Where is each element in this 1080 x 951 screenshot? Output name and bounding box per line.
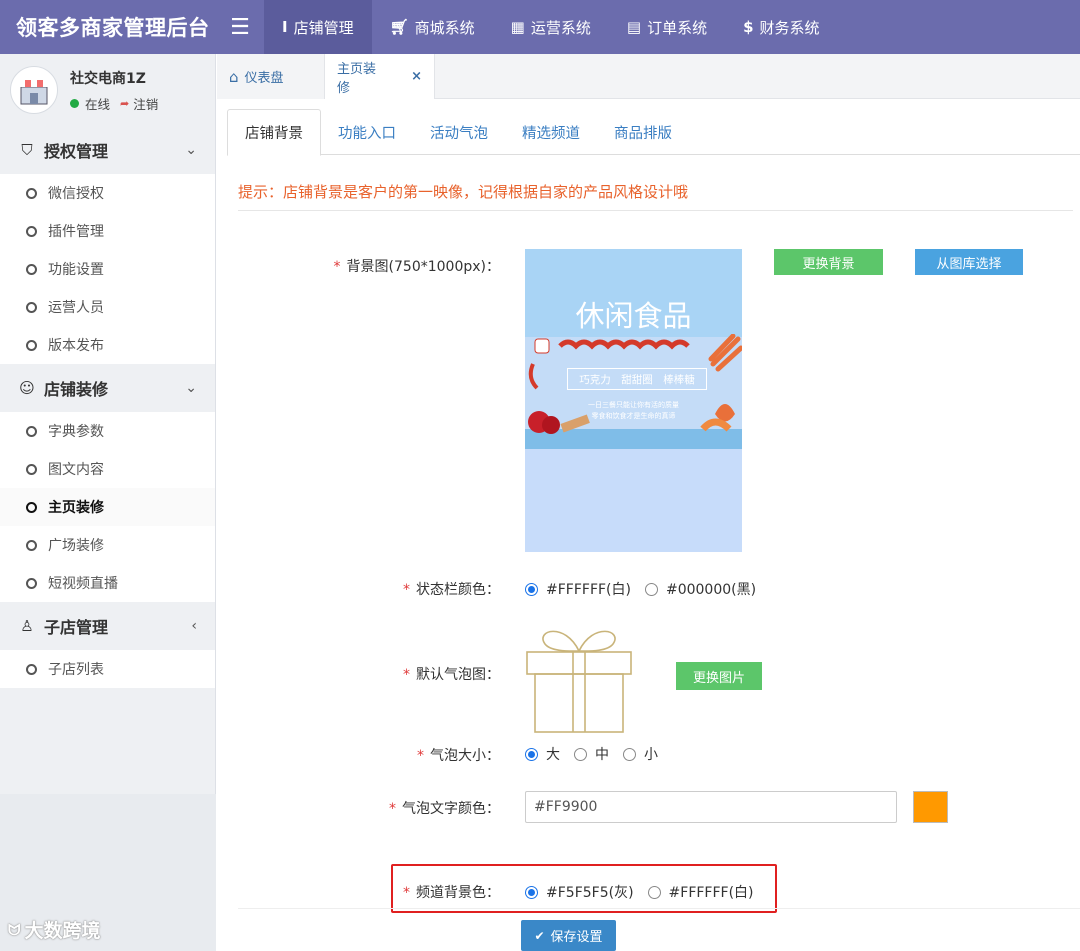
channel-bg-color-options: #F5F5F5(灰) #FFFFFF(白) bbox=[525, 882, 768, 902]
user-icon: ♙ bbox=[20, 617, 34, 635]
topnav-mall-system[interactable]: 🛒︎ 商城系统 bbox=[372, 0, 493, 54]
user-name: 社交电商1Z bbox=[70, 70, 146, 87]
circle-icon bbox=[26, 339, 37, 351]
page-tab-homepage-decoration[interactable]: 主页装修 × bbox=[325, 54, 435, 99]
hint-text: 提示：店铺背景是客户的第一映像，记得根据自家的产品风格设计哦 bbox=[238, 181, 1073, 211]
background-image-preview: 休闲食品 巧克力 甜甜圈 棒棒糖 一日三餐只能让你有活的质量 零食和饮食才是生命… bbox=[525, 249, 742, 552]
sidebar-item-substore-list[interactable]: 子店列表 bbox=[0, 650, 215, 688]
default-bubble-label: * 默认气泡图： bbox=[403, 667, 500, 683]
gift-icon bbox=[526, 630, 632, 733]
topnav-order-system[interactable]: ▤ 订单系统 bbox=[609, 0, 725, 54]
sidebar: 社交电商1Z 在线 ➦ 注销 ⛉ 授权管理 ⌄ 微信授权 插件管理 功能设置 运营人… bbox=[0, 54, 216, 951]
dollar-icon: $ bbox=[743, 18, 754, 36]
online-dot-icon bbox=[70, 98, 79, 108]
bubble-size-label: * 气泡大小： bbox=[417, 748, 500, 764]
sidebar-item-dictionary[interactable]: 字典参数 bbox=[0, 412, 215, 450]
circle-icon bbox=[26, 577, 37, 589]
circle-icon bbox=[26, 539, 37, 551]
user-status: 在线 ➦ 注销 bbox=[70, 94, 158, 113]
divider bbox=[238, 908, 1080, 909]
page-tabs: ⌂ 仪表盘 主页装修 × bbox=[217, 54, 1080, 99]
sidebar-item-features[interactable]: 功能设置 bbox=[0, 250, 215, 288]
logout-icon[interactable]: ➦ bbox=[120, 97, 129, 110]
sidebar-item-wechat-auth[interactable]: 微信授权 bbox=[0, 174, 215, 212]
channel-bg-white-radio[interactable] bbox=[647, 885, 661, 899]
menu-toggle-icon[interactable]: ☰ bbox=[216, 0, 264, 54]
bg-image-title: 休闲食品 bbox=[575, 299, 692, 333]
logout-link[interactable]: 注销 bbox=[133, 94, 158, 113]
bubble-text-color-input[interactable] bbox=[525, 791, 897, 823]
list-icon: ▤ bbox=[626, 18, 642, 36]
online-label: 在线 bbox=[85, 96, 111, 112]
bg-image-label: * 背景图(750*1000px)： bbox=[333, 259, 500, 275]
bg-image-line1: 一日三餐只能让你有活的质量 bbox=[588, 401, 679, 409]
statusbar-color-label: * 状态栏颜色： bbox=[403, 582, 500, 598]
channel-bg-color-label: * 频道背景色： bbox=[403, 885, 500, 901]
grid-icon: ▦ bbox=[510, 18, 525, 36]
page-tab-dashboard[interactable]: ⌂ 仪表盘 bbox=[217, 54, 325, 99]
choose-from-gallery-button[interactable]: 从图库选择 bbox=[915, 249, 1023, 275]
watermark: ᗢ 大数跨境 bbox=[8, 920, 101, 942]
circle-icon bbox=[26, 263, 37, 275]
sidebar-item-plugins[interactable]: 插件管理 bbox=[0, 212, 215, 250]
chevron-down-icon: ⌄ bbox=[185, 380, 197, 396]
save-settings-button[interactable]: ✔ 保存设置 bbox=[521, 920, 616, 951]
tab-product-layout[interactable]: 商品排版 bbox=[597, 109, 689, 155]
sidebar-group-shop-decoration[interactable]: ☺ 店铺装修 ⌄ bbox=[0, 364, 215, 412]
change-image-button[interactable]: 更换图片 bbox=[676, 662, 762, 690]
sidebar-group-authorization[interactable]: ⛉ 授权管理 ⌄ bbox=[0, 126, 215, 174]
topnav-operation-system[interactable]: ▦ 运营系统 bbox=[493, 0, 609, 54]
store-icon bbox=[19, 80, 49, 105]
tab-shop-background[interactable]: 店铺背景 bbox=[227, 109, 321, 156]
sidebar-item-operators[interactable]: 运营人员 bbox=[0, 288, 215, 326]
bubble-size-medium-radio[interactable] bbox=[574, 747, 587, 761]
chevron-down-icon: ⌄ bbox=[185, 142, 197, 158]
change-background-button[interactable]: 更换背景 bbox=[774, 249, 883, 275]
text-icon: Ⅰ bbox=[282, 18, 288, 36]
shield-icon: ⛉ bbox=[21, 141, 33, 159]
avatar[interactable] bbox=[10, 66, 58, 114]
smile-icon: ☺ bbox=[19, 379, 35, 397]
bubble-text-color-swatch[interactable] bbox=[913, 791, 948, 823]
sidebar-item-homepage-decoration[interactable]: 主页装修 bbox=[0, 488, 215, 526]
top-bar: 领客多商家管理后台 ☰ Ⅰ 店铺管理 🛒︎ 商城系统 ▦ 运营系统 ▤ 订单系统 $ 财务… bbox=[0, 0, 1080, 54]
circle-icon bbox=[26, 301, 37, 313]
circle-icon bbox=[26, 663, 37, 675]
bubble-size-large-radio[interactable] bbox=[525, 747, 538, 761]
chevron-left-icon: ‹ bbox=[191, 618, 197, 634]
check-icon: ✔ bbox=[534, 928, 545, 943]
bg-image-tags: 巧克力 甜甜圈 棒棒糖 bbox=[567, 368, 707, 390]
tab-function-entry[interactable]: 功能入口 bbox=[321, 109, 413, 155]
bubble-size-options: 大 中 小 bbox=[525, 744, 672, 764]
watermark-logo-icon: ᗢ bbox=[8, 920, 21, 939]
cart-icon: 🛒︎ bbox=[389, 18, 409, 36]
channel-bg-gray-radio[interactable] bbox=[525, 885, 538, 899]
sidebar-item-live-video[interactable]: 短视频直播 bbox=[0, 564, 215, 602]
close-icon[interactable]: × bbox=[411, 69, 422, 84]
statusbar-black-radio[interactable] bbox=[644, 582, 658, 596]
circle-icon bbox=[26, 463, 37, 475]
sidebar-item-release[interactable]: 版本发布 bbox=[0, 326, 215, 364]
main-content: ⌂ 仪表盘 主页装修 × 店铺背景 功能入口 活动气泡 精选频道 商品排版 提示：店… bbox=[217, 54, 1080, 951]
topnav-finance-system[interactable]: $ 财务系统 bbox=[725, 0, 837, 54]
inner-tabs: 店铺背景 功能入口 活动气泡 精选频道 商品排版 bbox=[227, 109, 1080, 156]
bubble-text-color-label: * 气泡文字颜色： bbox=[389, 801, 500, 817]
statusbar-white-radio[interactable] bbox=[525, 582, 538, 596]
sidebar-group-substore[interactable]: ♙ 子店管理 ‹ bbox=[0, 602, 215, 650]
brand-title: 领客多商家管理后台 bbox=[16, 16, 210, 40]
circle-icon bbox=[26, 225, 37, 237]
bg-image-line2: 零食和饮食才是生命的真谛 bbox=[591, 412, 676, 420]
sidebar-item-square-decoration[interactable]: 广场装修 bbox=[0, 526, 215, 564]
circle-icon bbox=[26, 425, 37, 437]
statusbar-color-options: #FFFFFF(白) #000000(黑) bbox=[525, 579, 770, 599]
home-icon: ⌂ bbox=[229, 67, 239, 86]
circle-icon bbox=[26, 501, 37, 513]
sidebar-item-articles[interactable]: 图文内容 bbox=[0, 450, 215, 488]
circle-icon bbox=[26, 187, 37, 199]
topnav-shop-management[interactable]: Ⅰ 店铺管理 bbox=[264, 0, 372, 54]
tab-activity-bubble[interactable]: 活动气泡 bbox=[413, 109, 505, 155]
user-panel: 社交电商1Z 在线 ➦ 注销 bbox=[0, 54, 215, 126]
tab-featured-channel[interactable]: 精选频道 bbox=[505, 109, 597, 155]
bubble-size-small-radio[interactable] bbox=[623, 747, 636, 761]
